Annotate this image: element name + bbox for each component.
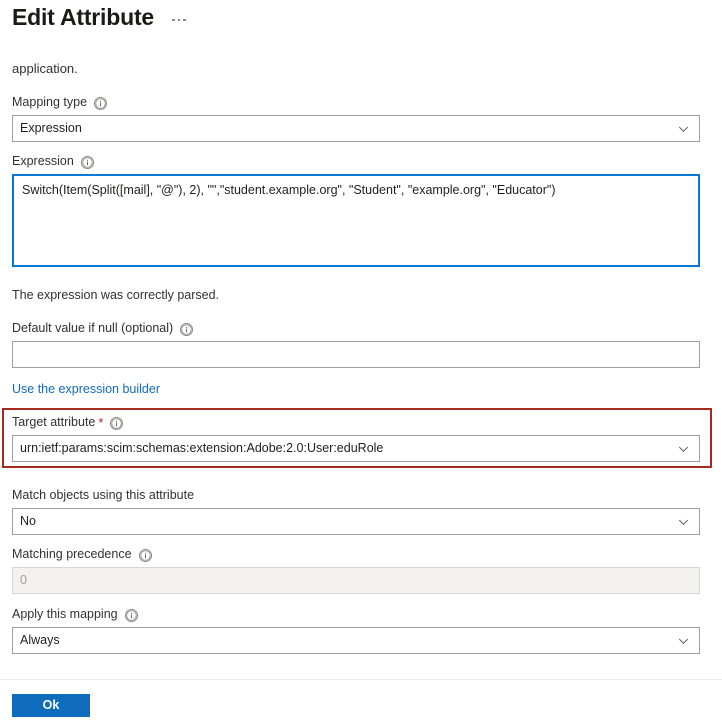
chevron-down-icon xyxy=(677,122,690,135)
ok-button[interactable]: Ok xyxy=(12,694,90,717)
field-matching-precedence: Matching precedence 0 xyxy=(12,546,700,594)
default-value-input[interactable] xyxy=(12,341,700,368)
info-icon[interactable] xyxy=(81,156,94,169)
apply-mapping-label-row: Apply this mapping xyxy=(12,606,700,622)
match-objects-value: No xyxy=(20,515,36,528)
expression-label: Expression xyxy=(12,153,74,169)
info-icon[interactable] xyxy=(125,609,138,622)
expression-label-row: Expression xyxy=(12,153,700,169)
field-expression: Expression Switch(Item(Split([mail], "@"… xyxy=(12,153,700,267)
apply-mapping-select[interactable]: Always xyxy=(12,627,700,654)
matching-precedence-label-row: Matching precedence xyxy=(12,546,700,562)
chevron-down-icon xyxy=(677,442,690,455)
chevron-down-icon xyxy=(677,515,690,528)
expression-textarea[interactable]: Switch(Item(Split([mail], "@"), 2), "","… xyxy=(12,174,700,267)
ellipsis-dot xyxy=(183,19,186,22)
field-match-objects: Match objects using this attribute No xyxy=(12,487,700,535)
apply-mapping-label: Apply this mapping xyxy=(12,606,118,622)
match-objects-label-row: Match objects using this attribute xyxy=(12,487,700,503)
match-objects-select[interactable]: No xyxy=(12,508,700,535)
apply-mapping-value: Always xyxy=(20,634,60,647)
target-attribute-label-row: Target attribute * xyxy=(12,414,700,430)
matching-precedence-input: 0 xyxy=(12,567,700,594)
target-attribute-value: urn:ietf:params:scim:schemas:extension:A… xyxy=(20,442,383,455)
field-default-value: Default value if null (optional) xyxy=(12,320,700,368)
page-title: Edit Attribute xyxy=(12,2,154,32)
info-icon[interactable] xyxy=(139,549,152,562)
target-attribute-label: Target attribute xyxy=(12,414,95,430)
more-options-icon[interactable] xyxy=(168,15,190,26)
target-attribute-select[interactable]: urn:ietf:params:scim:schemas:extension:A… xyxy=(12,435,700,462)
mapping-type-value: Expression xyxy=(20,122,82,135)
ellipsis-dot xyxy=(178,19,181,22)
info-icon[interactable] xyxy=(94,97,107,110)
mapping-type-select[interactable]: Expression xyxy=(12,115,700,142)
info-icon[interactable] xyxy=(110,417,123,430)
field-mapping-type: Mapping type Expression xyxy=(12,94,700,142)
edit-attribute-panel: Edit Attribute application. Mapping type… xyxy=(0,0,722,723)
match-objects-label: Match objects using this attribute xyxy=(12,487,194,503)
field-apply-mapping: Apply this mapping Always xyxy=(12,606,700,654)
matching-precedence-value: 0 xyxy=(20,574,27,587)
chevron-down-icon xyxy=(677,634,690,647)
default-value-label: Default value if null (optional) xyxy=(12,320,173,336)
footer-divider xyxy=(0,679,722,680)
panel-header: Edit Attribute xyxy=(12,2,190,32)
ellipsis-dot xyxy=(172,19,175,22)
info-icon[interactable] xyxy=(180,323,193,336)
use-expression-builder-link[interactable]: Use the expression builder xyxy=(12,381,160,398)
description-text: application. xyxy=(12,60,78,77)
mapping-type-label: Mapping type xyxy=(12,94,87,110)
expression-validation-message: The expression was correctly parsed. xyxy=(12,287,219,304)
field-target-attribute: Target attribute * urn:ietf:params:scim:… xyxy=(12,414,700,462)
required-marker: * xyxy=(98,416,103,429)
default-value-label-row: Default value if null (optional) xyxy=(12,320,700,336)
matching-precedence-label: Matching precedence xyxy=(12,546,132,562)
mapping-type-label-row: Mapping type xyxy=(12,94,700,110)
